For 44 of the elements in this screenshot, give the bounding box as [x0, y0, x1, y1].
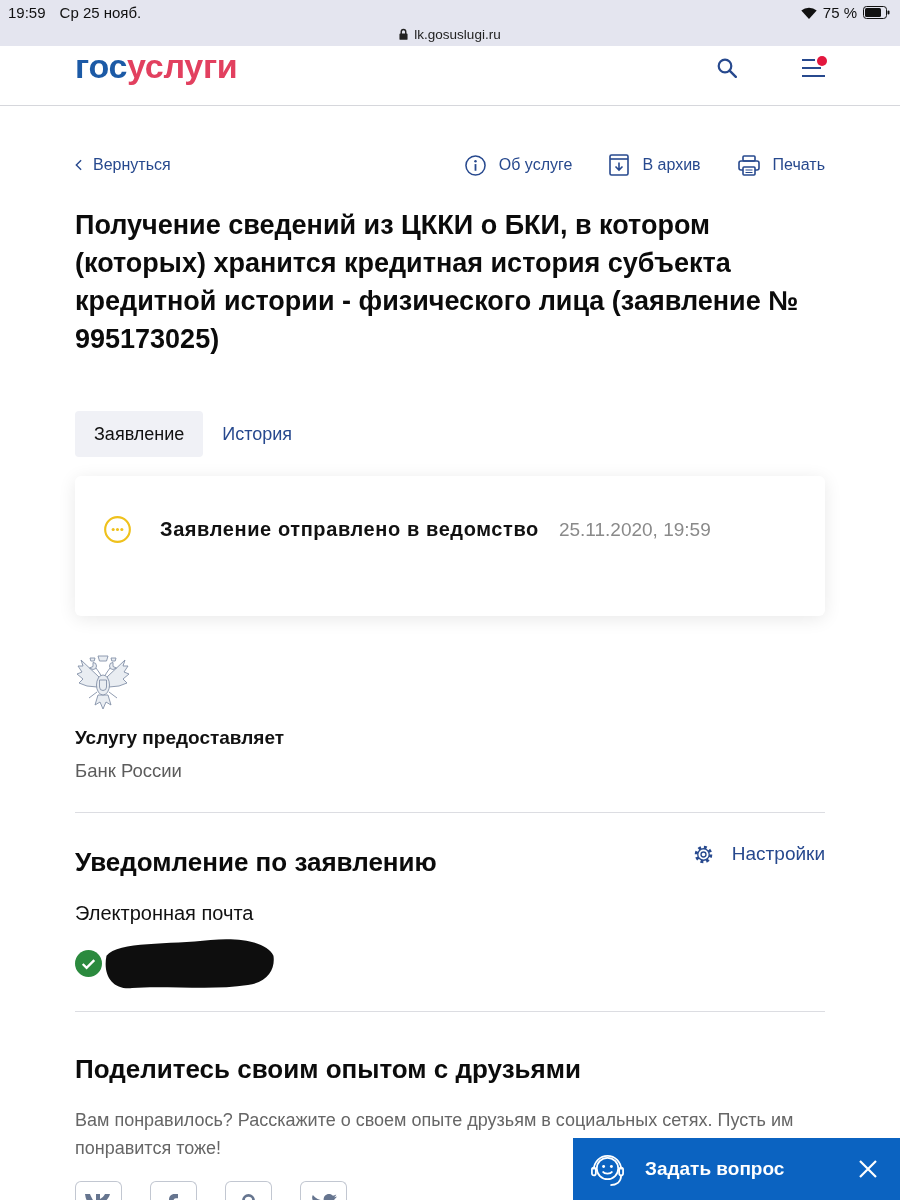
chevron-left-icon	[75, 159, 82, 171]
lock-icon	[399, 28, 409, 40]
tray-download-icon	[609, 154, 630, 176]
tab[interactable]: История	[203, 411, 312, 457]
search-icon	[717, 58, 737, 78]
menu-button[interactable]	[801, 58, 826, 78]
archive-link[interactable]: В архив	[609, 154, 701, 176]
menu-icon	[801, 58, 826, 78]
tab[interactable]: Заявление	[75, 411, 204, 457]
print-link[interactable]: Печать	[737, 154, 825, 176]
status-date: 25.11.2020, 19:59	[558, 518, 711, 541]
status-text: Заявление отправлено в ведомство	[160, 518, 539, 541]
back-link[interactable]: Вернуться	[75, 156, 171, 174]
gear-icon	[692, 843, 714, 865]
share-button[interactable]	[150, 1181, 197, 1200]
social-network-icon	[310, 1194, 337, 1200]
share-button[interactable]	[75, 1181, 122, 1200]
provider-heading: Услугу предоставляет	[75, 726, 286, 750]
eagle-emblem-icon	[77, 655, 129, 711]
page-title: Получение сведений из ЦККИ о БКИ, в котором (которых) хранится кредитная история субъекта кредитной истории - физического лица (заявление № 995173025)	[75, 209, 800, 356]
provider-name: Банк России	[75, 759, 183, 783]
section-heading: Уведомление по заявлению	[75, 846, 437, 879]
share-button[interactable]	[225, 1181, 272, 1200]
social-network-icon	[84, 1194, 113, 1200]
wifi-icon	[800, 6, 817, 19]
pending-status-icon	[104, 516, 131, 543]
section-heading: Поделитесь своим опытом с друзьями	[75, 1053, 582, 1086]
clock-time: 19:59	[8, 4, 46, 21]
share-button[interactable]	[300, 1181, 347, 1200]
social-network-icon	[242, 1194, 255, 1200]
search-button[interactable]	[717, 58, 737, 78]
settings-link[interactable]: Настройки	[692, 843, 825, 865]
channel-label: Электронная почта	[75, 901, 255, 926]
battery-percent: 75 %	[822, 4, 857, 21]
address-url: lk.gosuslugi.ru	[414, 26, 501, 42]
close-icon	[858, 1159, 878, 1179]
social-network-icon	[168, 1194, 179, 1200]
date-text: Ср 25 нояб.	[59, 4, 142, 21]
printer-icon	[737, 154, 760, 176]
site-logo[interactable]: госуслуги	[75, 49, 238, 83]
about-service-link[interactable]: Об услуге	[464, 154, 573, 176]
close-button[interactable]	[858, 1159, 878, 1179]
info-icon	[464, 154, 486, 176]
battery-icon	[863, 6, 890, 19]
